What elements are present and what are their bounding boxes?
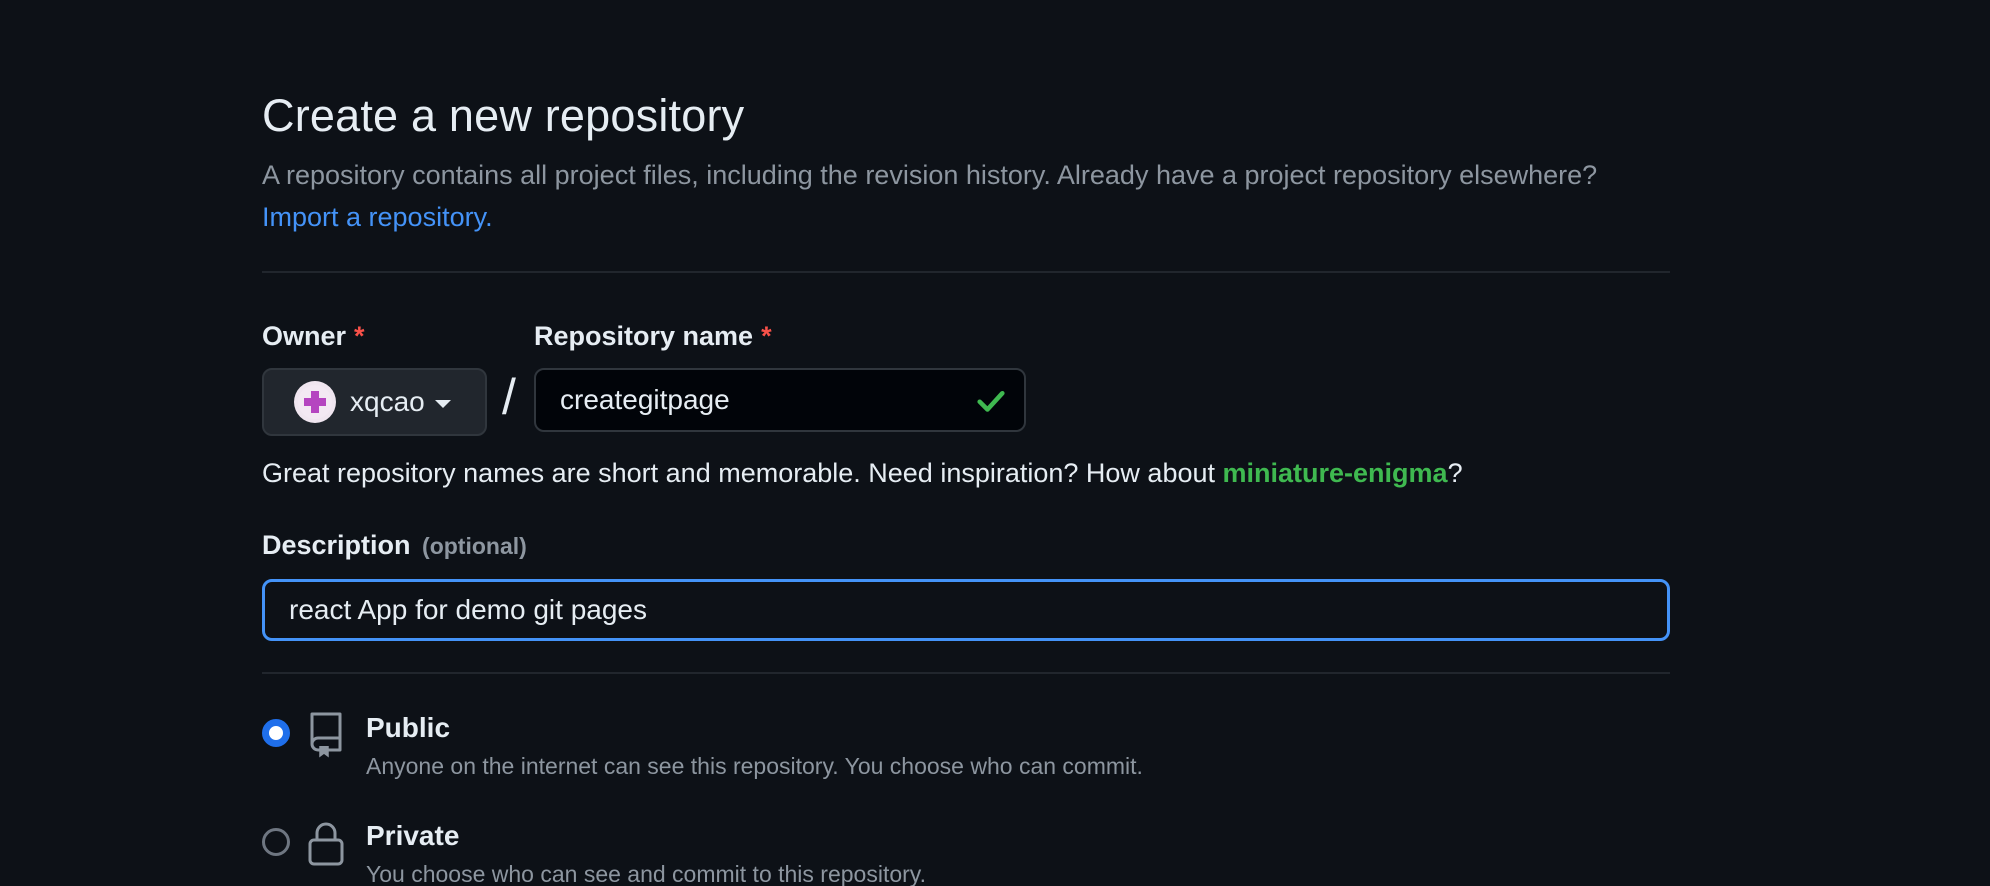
owner-label: Owner * (262, 321, 365, 352)
divider (262, 672, 1670, 674)
check-icon (974, 384, 1008, 423)
owner-name: xqcao (350, 386, 425, 417)
private-description: You choose who can see and commit to thi… (366, 861, 926, 886)
owner-repo-separator: / (502, 369, 516, 425)
import-repository-link[interactable]: Import a repository. (262, 202, 493, 232)
description-label-text: Description (262, 530, 411, 560)
hint-text: Great repository names are short and mem… (262, 458, 1215, 488)
public-description: Anyone on the internet can see this repo… (366, 753, 1143, 779)
owner-label-text: Owner (262, 321, 347, 351)
public-title: Public (366, 712, 451, 743)
avatar-icon (294, 381, 336, 423)
description-label: Description (optional) (262, 530, 527, 561)
divider (262, 271, 1670, 273)
page: Create a new repository A repository con… (0, 0, 1990, 886)
lock-icon (306, 820, 346, 873)
required-mark: * (354, 321, 365, 351)
repo-icon (306, 710, 346, 763)
subtitle-text: A repository contains all project files,… (262, 160, 1598, 190)
required-mark: * (761, 321, 772, 351)
description-value: react App for demo git pages (289, 594, 647, 625)
optional-label: (optional) (422, 533, 527, 559)
repo-name-label-text: Repository name (534, 321, 754, 351)
chevron-down-icon (434, 400, 451, 408)
owner-select[interactable]: xqcao (262, 368, 487, 436)
repo-name-value: creategitpage (560, 384, 730, 415)
description-input[interactable]: react App for demo git pages (262, 579, 1670, 641)
repo-name-label: Repository name * (534, 321, 772, 352)
name-suggestion[interactable]: miniature-enigma (1223, 458, 1448, 488)
page-subtitle: A repository contains all project files,… (262, 154, 1670, 238)
private-radio[interactable] (262, 828, 290, 856)
private-title: Private (366, 820, 460, 851)
public-radio[interactable] (262, 719, 290, 747)
hint-end: ? (1447, 458, 1463, 488)
page-title: Create a new repository (262, 90, 745, 141)
name-hint: Great repository names are short and mem… (262, 458, 1463, 489)
repo-name-input[interactable]: creategitpage (534, 368, 1026, 432)
